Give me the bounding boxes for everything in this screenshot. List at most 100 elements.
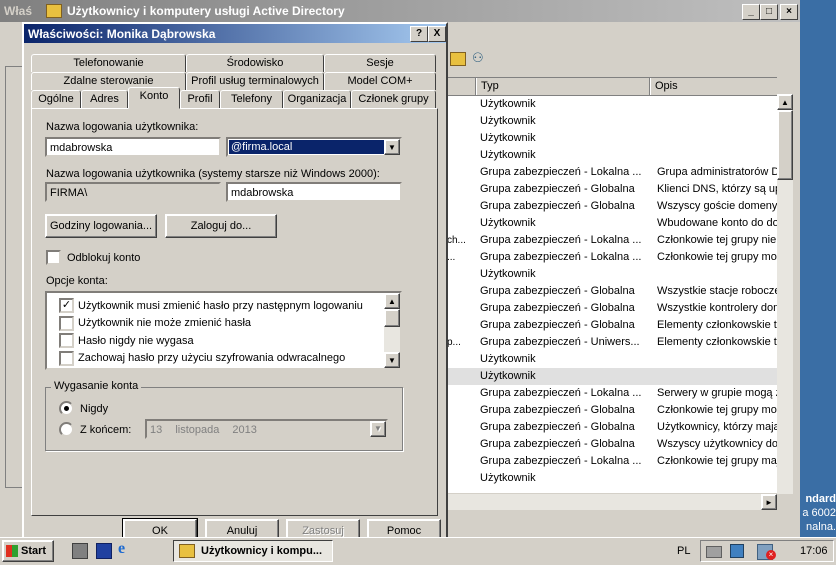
list-item-name-tail: ... xyxy=(447,252,456,263)
account-option-item[interactable]: Użytkownik nie może zmienić hasła xyxy=(59,315,363,333)
expiry-end-row[interactable]: Z końcem: xyxy=(59,422,131,437)
expiry-end-radio[interactable] xyxy=(59,422,74,437)
list-item-type: Grupa zabezpieczeń - Globalna xyxy=(480,285,635,297)
close-main-button[interactable]: × xyxy=(780,4,798,20)
list-hscroll[interactable]: ► xyxy=(447,494,777,510)
upn-suffix-select[interactable]: @firma.local ▼ xyxy=(226,137,402,157)
legacy-logon-input[interactable]: mdabrowska xyxy=(226,182,402,202)
column-header-type[interactable]: Typ xyxy=(476,78,650,95)
account-option-item[interactable]: Zachowaj hasło przy użyciu szyfrowania o… xyxy=(59,350,363,368)
maximize-button[interactable]: □ xyxy=(760,4,778,20)
list-item[interactable]: Użytkownik xyxy=(447,266,777,283)
list-item[interactable]: Grupa zabezpieczeń - Globalna Wszyscy uży… xyxy=(447,436,777,453)
logon-to-button[interactable]: Zaloguj do... xyxy=(165,214,277,238)
list-item[interactable]: Grupa zabezpieczeń - Globalna Wszyscy goś… xyxy=(447,198,777,215)
logon-name-input[interactable]: mdabrowska xyxy=(45,137,221,157)
list-item[interactable]: Użytkownik xyxy=(447,113,777,130)
list-item[interactable]: Użytkownik xyxy=(447,147,777,164)
unlock-account-row[interactable]: Odblokuj konto xyxy=(46,250,140,265)
options-scroll-thumb[interactable] xyxy=(384,309,400,327)
chevron-down-icon[interactable]: ▼ xyxy=(384,139,400,155)
list-item[interactable]: Użytkownik xyxy=(447,351,777,368)
objects-list[interactable]: Typ Opis Użytkownik Użytkownik Użytkownik U… xyxy=(447,77,777,493)
alert-icon[interactable]: × xyxy=(766,550,776,560)
tab-model-com[interactable]: Model COM+ xyxy=(324,72,436,90)
quicklaunch-server-manager-icon[interactable] xyxy=(72,543,88,559)
keyboard-icon[interactable] xyxy=(706,546,722,558)
column-header-desc[interactable]: Opis xyxy=(650,78,777,95)
list-item[interactable]: ch... Grupa zabezpieczeń - Lokalna ... Czł… xyxy=(447,232,777,249)
list-item[interactable]: ... Grupa zabezpieczeń - Lokalna ... Człon… xyxy=(447,249,777,266)
list-rows: Użytkownik Użytkownik Użytkownik Użytkownik… xyxy=(447,96,777,487)
list-item[interactable]: Użytkownik xyxy=(447,368,777,385)
main-window-title-short: Właś xyxy=(4,4,33,18)
dialog-close-button[interactable]: X xyxy=(428,26,446,42)
account-options-label: Opcje konta: xyxy=(46,275,108,287)
options-scroll-up[interactable]: ▲ xyxy=(384,293,400,309)
hscroll-right-button[interactable]: ► xyxy=(761,494,777,510)
options-vscroll[interactable]: ▲ ▼ xyxy=(384,293,400,368)
quicklaunch-powershell-icon[interactable] xyxy=(96,543,112,559)
list-item[interactable]: Użytkownik xyxy=(447,470,777,487)
list-vscroll[interactable]: ▲ xyxy=(777,94,793,494)
network-icon[interactable] xyxy=(730,544,744,558)
tab-ogolne[interactable]: Ogólne xyxy=(31,90,81,108)
start-button[interactable]: Start xyxy=(2,540,54,562)
list-item-type: Grupa zabezpieczeń - Globalna xyxy=(480,421,635,433)
list-item[interactable]: Grupa zabezpieczeń - Globalna Członkowie … xyxy=(447,402,777,419)
tab-czlonek-grupy[interactable]: Członek grupy xyxy=(351,90,436,108)
dialog-titlebar[interactable]: Właściwości: Monika Dąbrowska xyxy=(24,24,446,43)
list-item[interactable]: Grupa zabezpieczeń - Globalna Wszystkie s… xyxy=(447,283,777,300)
language-indicator[interactable]: PL xyxy=(677,545,690,557)
scroll-thumb[interactable] xyxy=(777,110,793,180)
account-options-list[interactable]: ✓ Użytkownik musi zmienić hasło przy nast… xyxy=(45,291,402,370)
clock[interactable]: 17:06 xyxy=(800,545,828,557)
tab-konto[interactable]: Konto xyxy=(128,87,180,109)
account-option-item[interactable]: Hasło nigdy nie wygasa xyxy=(59,332,363,350)
minimize-button[interactable]: _ xyxy=(742,4,760,20)
list-item-desc xyxy=(648,147,777,164)
account-option-checkbox[interactable] xyxy=(59,350,74,366)
tab-srodowisko[interactable]: Środowisko xyxy=(186,54,324,72)
tab-sesje[interactable]: Sesje xyxy=(324,54,436,72)
account-option-checkbox[interactable] xyxy=(59,333,74,349)
list-item[interactable]: Użytkownik Wbudowane konto do dos xyxy=(447,215,777,232)
list-item[interactable]: Grupa zabezpieczeń - Globalna Elementy cz… xyxy=(447,317,777,334)
tab-adres[interactable]: Adres xyxy=(81,90,128,108)
main-window-titlebar[interactable]: Właś Użytkownicy i komputery usługi Acti… xyxy=(0,0,800,22)
logon-hours-button[interactable]: Godziny logowania... xyxy=(45,214,157,238)
account-option-item[interactable]: ✓ Użytkownik musi zmienić hasło przy nast… xyxy=(59,297,363,315)
expiry-year: 2013 xyxy=(232,424,257,436)
list-item[interactable]: Grupa zabezpieczeń - Globalna Wszystkie k… xyxy=(447,300,777,317)
expiry-never-row[interactable]: Nigdy xyxy=(59,401,108,416)
dialog-help-button[interactable]: ? xyxy=(410,26,428,42)
account-option-checkbox[interactable]: ✓ xyxy=(59,298,74,314)
tab-organizacja[interactable]: Organizacja xyxy=(283,90,351,108)
tab-telefony[interactable]: Telefony xyxy=(220,90,283,108)
list-item[interactable]: Użytkownik xyxy=(447,130,777,147)
account-option-checkbox[interactable] xyxy=(59,315,74,331)
toolbar-users-icon[interactable]: ⚇ xyxy=(472,50,488,66)
list-item[interactable]: Grupa zabezpieczeń - Lokalna ... Członkow… xyxy=(447,453,777,470)
account-option-label: Użytkownik musi zmienić hasło przy nastę… xyxy=(78,299,363,312)
list-item[interactable]: Grupa zabezpieczeń - Lokalna ... Serwery … xyxy=(447,385,777,402)
date-dropdown-icon: ▼ xyxy=(370,421,386,437)
list-item[interactable]: Grupa zabezpieczeń - Globalna Klienci DNS… xyxy=(447,181,777,198)
unlock-account-checkbox[interactable] xyxy=(46,250,61,265)
legacy-logon-label: Nazwa logowania użytkownika (systemy sta… xyxy=(46,168,380,180)
tab-profil[interactable]: Profil xyxy=(180,90,220,108)
start-label: Start xyxy=(21,545,47,557)
options-scroll-down[interactable]: ▼ xyxy=(384,352,400,368)
list-item[interactable]: Grupa zabezpieczeń - Globalna Użytkownicy… xyxy=(447,419,777,436)
tab-profil-uslug-terminalowych[interactable]: Profil usług terminalowych xyxy=(186,72,324,90)
quicklaunch-ie-icon[interactable]: e xyxy=(118,540,134,558)
list-item[interactable]: p... Grupa zabezpieczeń - Uniwers... Eleme… xyxy=(447,334,777,351)
toolbar-folder-icon[interactable] xyxy=(450,52,466,66)
tab-telefonowanie[interactable]: Telefonowanie xyxy=(31,54,186,72)
list-item[interactable]: Użytkownik xyxy=(447,96,777,113)
taskbar-ad-button[interactable]: Użytkownicy i kompu... xyxy=(173,540,333,562)
scroll-up-button[interactable]: ▲ xyxy=(777,94,793,110)
expiry-never-radio[interactable] xyxy=(59,401,74,416)
dialog-title: Właściwości: Monika Dąbrowska xyxy=(28,26,216,41)
list-item[interactable]: Grupa zabezpieczeń - Lokalna ... Grupa ad… xyxy=(447,164,777,181)
